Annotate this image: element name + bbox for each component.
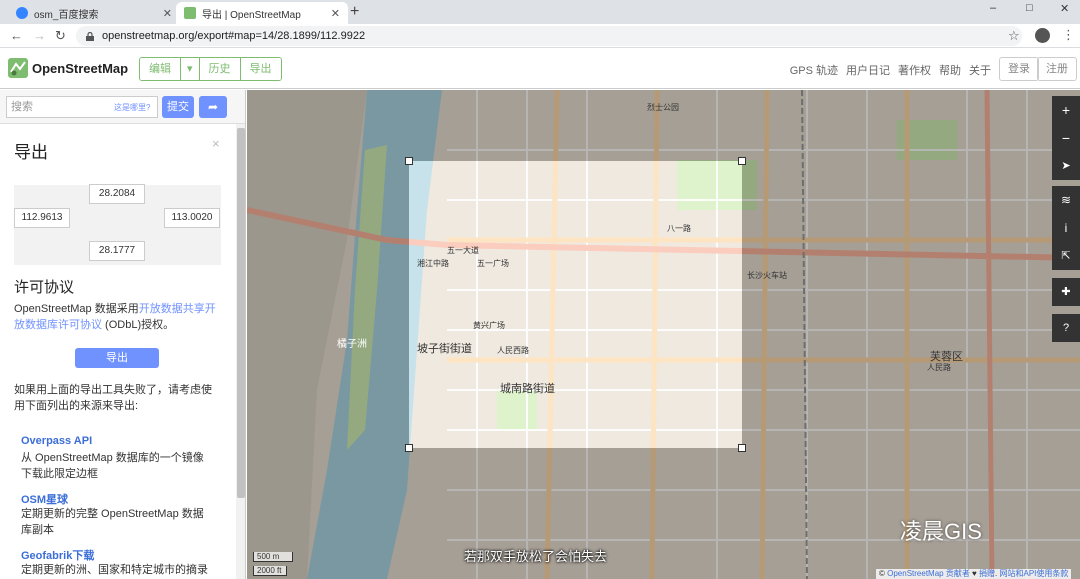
export-box-handle-se[interactable] [738,444,746,452]
new-tab-icon[interactable]: + [350,3,359,21]
map-canvas[interactable] [247,90,1080,579]
map-label: 城南路街道 [500,383,555,395]
browser-menu-icon[interactable]: ⋮ [1062,27,1075,43]
bookmark-star-icon[interactable]: ☆ [1008,28,1020,44]
tab-title: 导出 | OpenStreetMap [202,9,301,21]
osm-favicon-icon [184,7,196,19]
source-overpass-link[interactable]: Overpass API [21,435,92,447]
map-view[interactable]: 坡子街街道 城南路街道 橘子洲 芙蓉区 五一大道 长沙火车站 烈士公园 八一路 … [247,90,1080,579]
map-label: 长沙火车站 [747,271,787,280]
nav-gps-traces[interactable]: GPS 轨迹 [790,62,838,78]
map-label: 人民西路 [497,346,529,355]
source-geofabrik-link[interactable]: Geofabrik下载 [21,547,94,563]
west-input[interactable]: 112.9613 [14,208,70,228]
reload-icon[interactable]: ↻ [55,28,66,44]
north-input[interactable]: 28.2084 [89,184,145,204]
secondary-nav: GPS 轨迹 用户日记 著作权 帮助 关于 [790,62,991,78]
minimize-icon[interactable]: – [990,2,996,14]
window-close-icon[interactable]: ✕ [1060,2,1069,15]
signup-button[interactable]: 注册 [1037,57,1077,81]
source-overpass-desc: 从 OpenStreetMap 数据库的一个镜像下载此限定边框 [21,452,204,480]
zoom-out-icon[interactable]: − [1052,124,1080,152]
query-features-icon[interactable]: ? [1052,314,1080,342]
donate-link[interactable]: 捐赠 [979,569,995,578]
baidu-favicon-icon [16,7,28,19]
browser-tab-bar: osm_百度搜索 ✕ 导出 | OpenStreetMap ✕ + – □ ✕ [0,0,1080,24]
map-label: 五一广场 [477,259,509,268]
export-nav-button[interactable]: 导出 [240,58,281,80]
nav-about[interactable]: 关于 [969,62,991,78]
map-label: 八一路 [667,224,691,233]
locate-icon[interactable]: ➤ [1052,152,1080,180]
address-bar: ← → ↻ openstreetmap.org/export#map=14/28… [0,24,1080,48]
close-icon[interactable]: × [212,136,220,151]
license-heading: 许可协议 [14,279,75,296]
layers-icon[interactable]: ≋ [1052,186,1080,214]
nav-user-diaries[interactable]: 用户日记 [846,62,890,78]
tab-osm-export[interactable]: 导出 | OpenStreetMap ✕ [176,2,348,24]
map-label: 五一大道 [447,246,479,255]
close-icon[interactable]: ✕ [163,7,172,20]
export-box-handle-nw[interactable] [405,157,413,165]
forward-icon[interactable]: → [33,28,46,43]
osm-header: OpenStreetMap 编辑 ▾ 历史 导出 GPS 轨迹 用户日记 著作权… [0,49,1080,89]
source-planet-link[interactable]: OSM星球 [21,491,68,507]
scale-feet: 2000 ft [253,566,287,576]
license-text: OpenStreetMap 数据采用开放数据共享开放数据库许可协议 (ODbL)… [14,303,216,331]
map-label: 烈士公园 [647,103,679,112]
bounding-box: 28.2084 112.9613 113.0020 28.1777 [14,184,221,265]
export-box-handle-sw[interactable] [405,444,413,452]
sidebar-scrollbar-thumb[interactable] [237,128,245,498]
url-field[interactable]: openstreetmap.org/export#map=14/28.1899/… [76,26,1022,46]
south-input[interactable]: 28.1777 [89,241,145,261]
map-label: 湘江中路 [417,259,449,268]
export-button[interactable]: 导出 [75,348,159,368]
nav-copyright[interactable]: 著作权 [898,62,931,78]
source-planet-desc: 定期更新的完整 OpenStreetMap 数据库副本 [21,508,204,536]
edit-history-export-group: 编辑 ▾ 历史 导出 [139,57,282,81]
map-attribution: © OpenStreetMap 贡献者 ♥ 捐赠. 网站和API使用条款 [876,569,1072,579]
history-button[interactable]: 历史 [199,58,241,80]
brand-name[interactable]: OpenStreetMap [32,61,128,76]
directions-icon[interactable]: ➦ [199,96,227,118]
search-submit-button[interactable]: 提交 [162,96,194,118]
video-subtitle: 若那双手放松了会怕失去 [464,549,608,564]
maximize-icon[interactable]: □ [1026,2,1033,14]
osm-logo-icon[interactable] [8,58,28,78]
zoom-in-icon[interactable]: + [1052,96,1080,124]
add-note-icon[interactable]: ✚ [1052,278,1080,306]
lock-icon [86,31,94,41]
tab-title: osm_百度搜索 [34,9,99,21]
map-label: 黄兴广场 [473,321,505,330]
fallback-text: 如果用上面的导出工具失败了，请考虑使用下面列出的来源来导出: [14,384,212,412]
where-am-i-link[interactable]: 这是哪里? [114,102,150,113]
source-geofabrik-desc: 定期更新的洲、国家和特定城市的摘录 [21,564,208,576]
edit-button[interactable]: 编辑 [140,58,181,80]
contributors-link[interactable]: OpenStreetMap 贡献者 [887,569,970,578]
login-button[interactable]: 登录 [999,57,1039,81]
tab-baidu[interactable]: osm_百度搜索 ✕ [8,2,180,24]
terms-link[interactable]: 网站和API使用条款 [999,569,1068,578]
edit-dropdown-icon[interactable]: ▾ [181,58,200,80]
profile-avatar-icon[interactable] [1035,28,1050,43]
share-icon[interactable]: ⇱ [1052,242,1080,270]
map-label: 橘子洲 [337,339,367,350]
east-input[interactable]: 113.0020 [164,208,220,228]
map-label: 坡子街街道 [417,343,472,355]
search-row: 搜索 这是哪里? 提交 ➦ [0,90,245,124]
url-text: openstreetmap.org/export#map=14/28.1899/… [102,30,366,42]
scale-meters: 500 m [253,552,293,562]
sidebar: 搜索 这是哪里? 提交 ➦ 导出 × 28.2084 112.9613 113.… [0,90,246,579]
close-icon[interactable]: ✕ [331,7,340,20]
back-icon[interactable]: ← [10,28,23,43]
nav-help[interactable]: 帮助 [939,62,961,78]
panel-title: 导出 [14,143,48,162]
map-label: 人民路 [927,363,951,372]
export-box-handle-ne[interactable] [738,157,746,165]
info-icon[interactable]: i [1052,214,1080,242]
watermark: 凌晨GIS [900,519,982,544]
